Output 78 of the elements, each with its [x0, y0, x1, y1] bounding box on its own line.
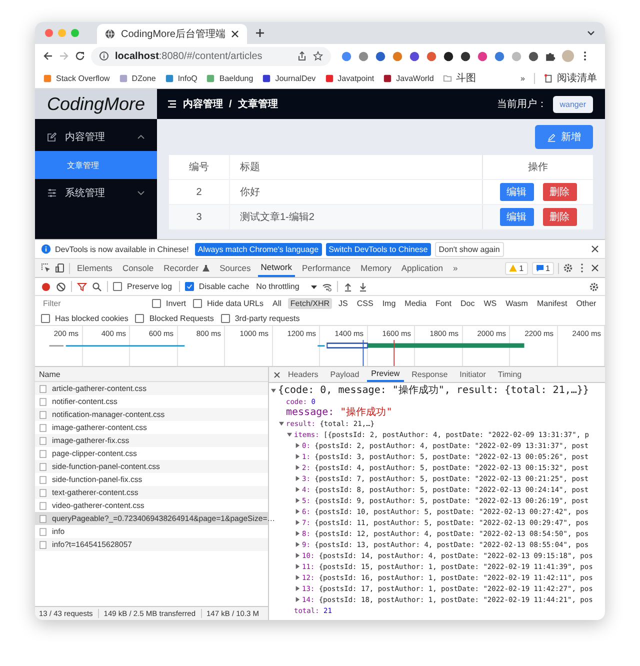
detail-tab[interactable]: Preview: [367, 367, 404, 382]
table-cell-text: 你好: [239, 186, 261, 200]
type-filter-button[interactable]: Other: [574, 298, 598, 309]
edit-button[interactable]: 编辑: [500, 208, 534, 226]
devtools-tab[interactable]: Console: [119, 259, 157, 277]
table-cell: 2: [169, 180, 230, 204]
type-filter-button[interactable]: Img: [380, 298, 398, 309]
checkbox-label: Hide data URLs: [207, 299, 264, 308]
type-filter-button[interactable]: Fetch/XHR: [288, 298, 332, 309]
throttling-dropdown[interactable]: No throttling: [256, 282, 318, 291]
current-user-label: 当前用户：: [496, 98, 547, 111]
bookmark-link[interactable]: 斗图: [442, 71, 476, 85]
address-bar[interactable]: localhost:8080/#/content/articles: [91, 46, 331, 66]
type-filter-button[interactable]: Manifest: [534, 298, 570, 309]
logo-text: CodingMore: [35, 89, 157, 119]
sidebar-submenu-item[interactable]: 文章管理: [35, 151, 157, 179]
table-cell-text: 测试文章1-编辑2: [239, 210, 316, 225]
detail-tab[interactable]: Timing: [494, 367, 526, 382]
checkbox-label: Disable cache: [198, 282, 250, 291]
bookmark-link[interactable]: JournalDev: [262, 74, 316, 82]
column-header: 编号: [169, 155, 230, 179]
checkbox-label: 3rd-party requests: [234, 314, 300, 322]
delete-button[interactable]: 删除: [542, 183, 576, 201]
json-line: {code: 0, message: "操作成功", result: {total: 21,…}}: [278, 385, 589, 396]
type-filter-button[interactable]: Doc: [458, 298, 477, 309]
breadcrumb-item[interactable]: 文章管理: [238, 97, 278, 111]
devtools-tab[interactable]: Performance: [298, 259, 354, 277]
delete-button[interactable]: 删除: [542, 208, 576, 226]
type-filter-button[interactable]: WS: [482, 298, 499, 309]
type-filter-button[interactable]: JS: [336, 298, 350, 309]
checkbox-label: Has blocked cookies: [55, 314, 128, 322]
devtools-tab[interactable]: Network: [258, 259, 295, 277]
reading-list-button[interactable]: 阅读清单: [544, 71, 597, 85]
notice-button[interactable]: Switch DevTools to Chinese: [326, 242, 431, 256]
more-tabs-button[interactable]: »: [450, 259, 461, 277]
column-header: Name: [35, 367, 268, 382]
devtools-tab[interactable]: Application: [398, 259, 446, 277]
checkbox-label: Preserve log: [127, 282, 172, 291]
type-filter-button[interactable]: Media: [402, 298, 428, 309]
column-header: 操作: [482, 155, 593, 179]
checkbox-label: Invert: [166, 299, 186, 308]
bookmark-link[interactable]: JavaWorld: [383, 74, 434, 82]
sidebar-menu-item[interactable]: 内容管理: [35, 123, 157, 151]
messages-badge[interactable]: 1: [532, 262, 554, 274]
detail-tab[interactable]: Headers: [284, 367, 322, 382]
detail-tab[interactable]: Initiator: [456, 367, 490, 382]
devtools-tab[interactable]: Sources: [216, 259, 254, 277]
edit-button[interactable]: 编辑: [500, 183, 534, 201]
json-line: message: "操作成功": [286, 407, 392, 418]
checkbox-label: Blocked Requests: [149, 314, 214, 322]
type-filter-button[interactable]: CSS: [354, 298, 376, 309]
detail-tab[interactable]: Response: [408, 367, 452, 382]
notice-text: DevTools is now available in Chinese!: [55, 244, 189, 254]
column-header: 标题: [239, 160, 261, 175]
detail-tab[interactable]: Payload: [326, 367, 364, 382]
table-cell: 3: [169, 205, 230, 229]
breadcrumb-item[interactable]: 内容管理: [183, 97, 223, 111]
user-button[interactable]: wanger: [552, 96, 593, 112]
bookmark-link[interactable]: Stack Overflow: [43, 74, 110, 82]
sidebar-menu-item[interactable]: 系统管理: [35, 179, 157, 207]
breadcrumb-separator: /: [229, 98, 232, 110]
bookmark-link[interactable]: DZone: [118, 74, 156, 82]
devtools-tab[interactable]: Elements: [74, 259, 116, 277]
bookmark-link[interactable]: InfoQ: [164, 74, 198, 82]
more-bookmarks-button[interactable]: »: [520, 74, 525, 82]
warnings-badge[interactable]: 1: [505, 262, 528, 274]
devtools-tab[interactable]: Recorder: [160, 259, 213, 277]
devtools-tab[interactable]: Memory: [358, 259, 394, 277]
type-filter-button[interactable]: Font: [433, 298, 454, 309]
add-button[interactable]: 新增: [535, 125, 593, 149]
type-filter-button[interactable]: Wasm: [504, 298, 530, 309]
bookmark-link[interactable]: Javatpoint: [324, 74, 374, 82]
bookmark-link[interactable]: Baeldung: [206, 74, 254, 82]
type-filter-button[interactable]: All: [270, 298, 284, 309]
notice-button[interactable]: Don't show again: [434, 242, 504, 256]
browser-tab[interactable]: CodingMore后台管理端: [97, 24, 247, 44]
url-text: localhost:8080/#/content/articles: [115, 50, 262, 62]
notice-button[interactable]: Always match Chrome's language: [194, 242, 322, 256]
